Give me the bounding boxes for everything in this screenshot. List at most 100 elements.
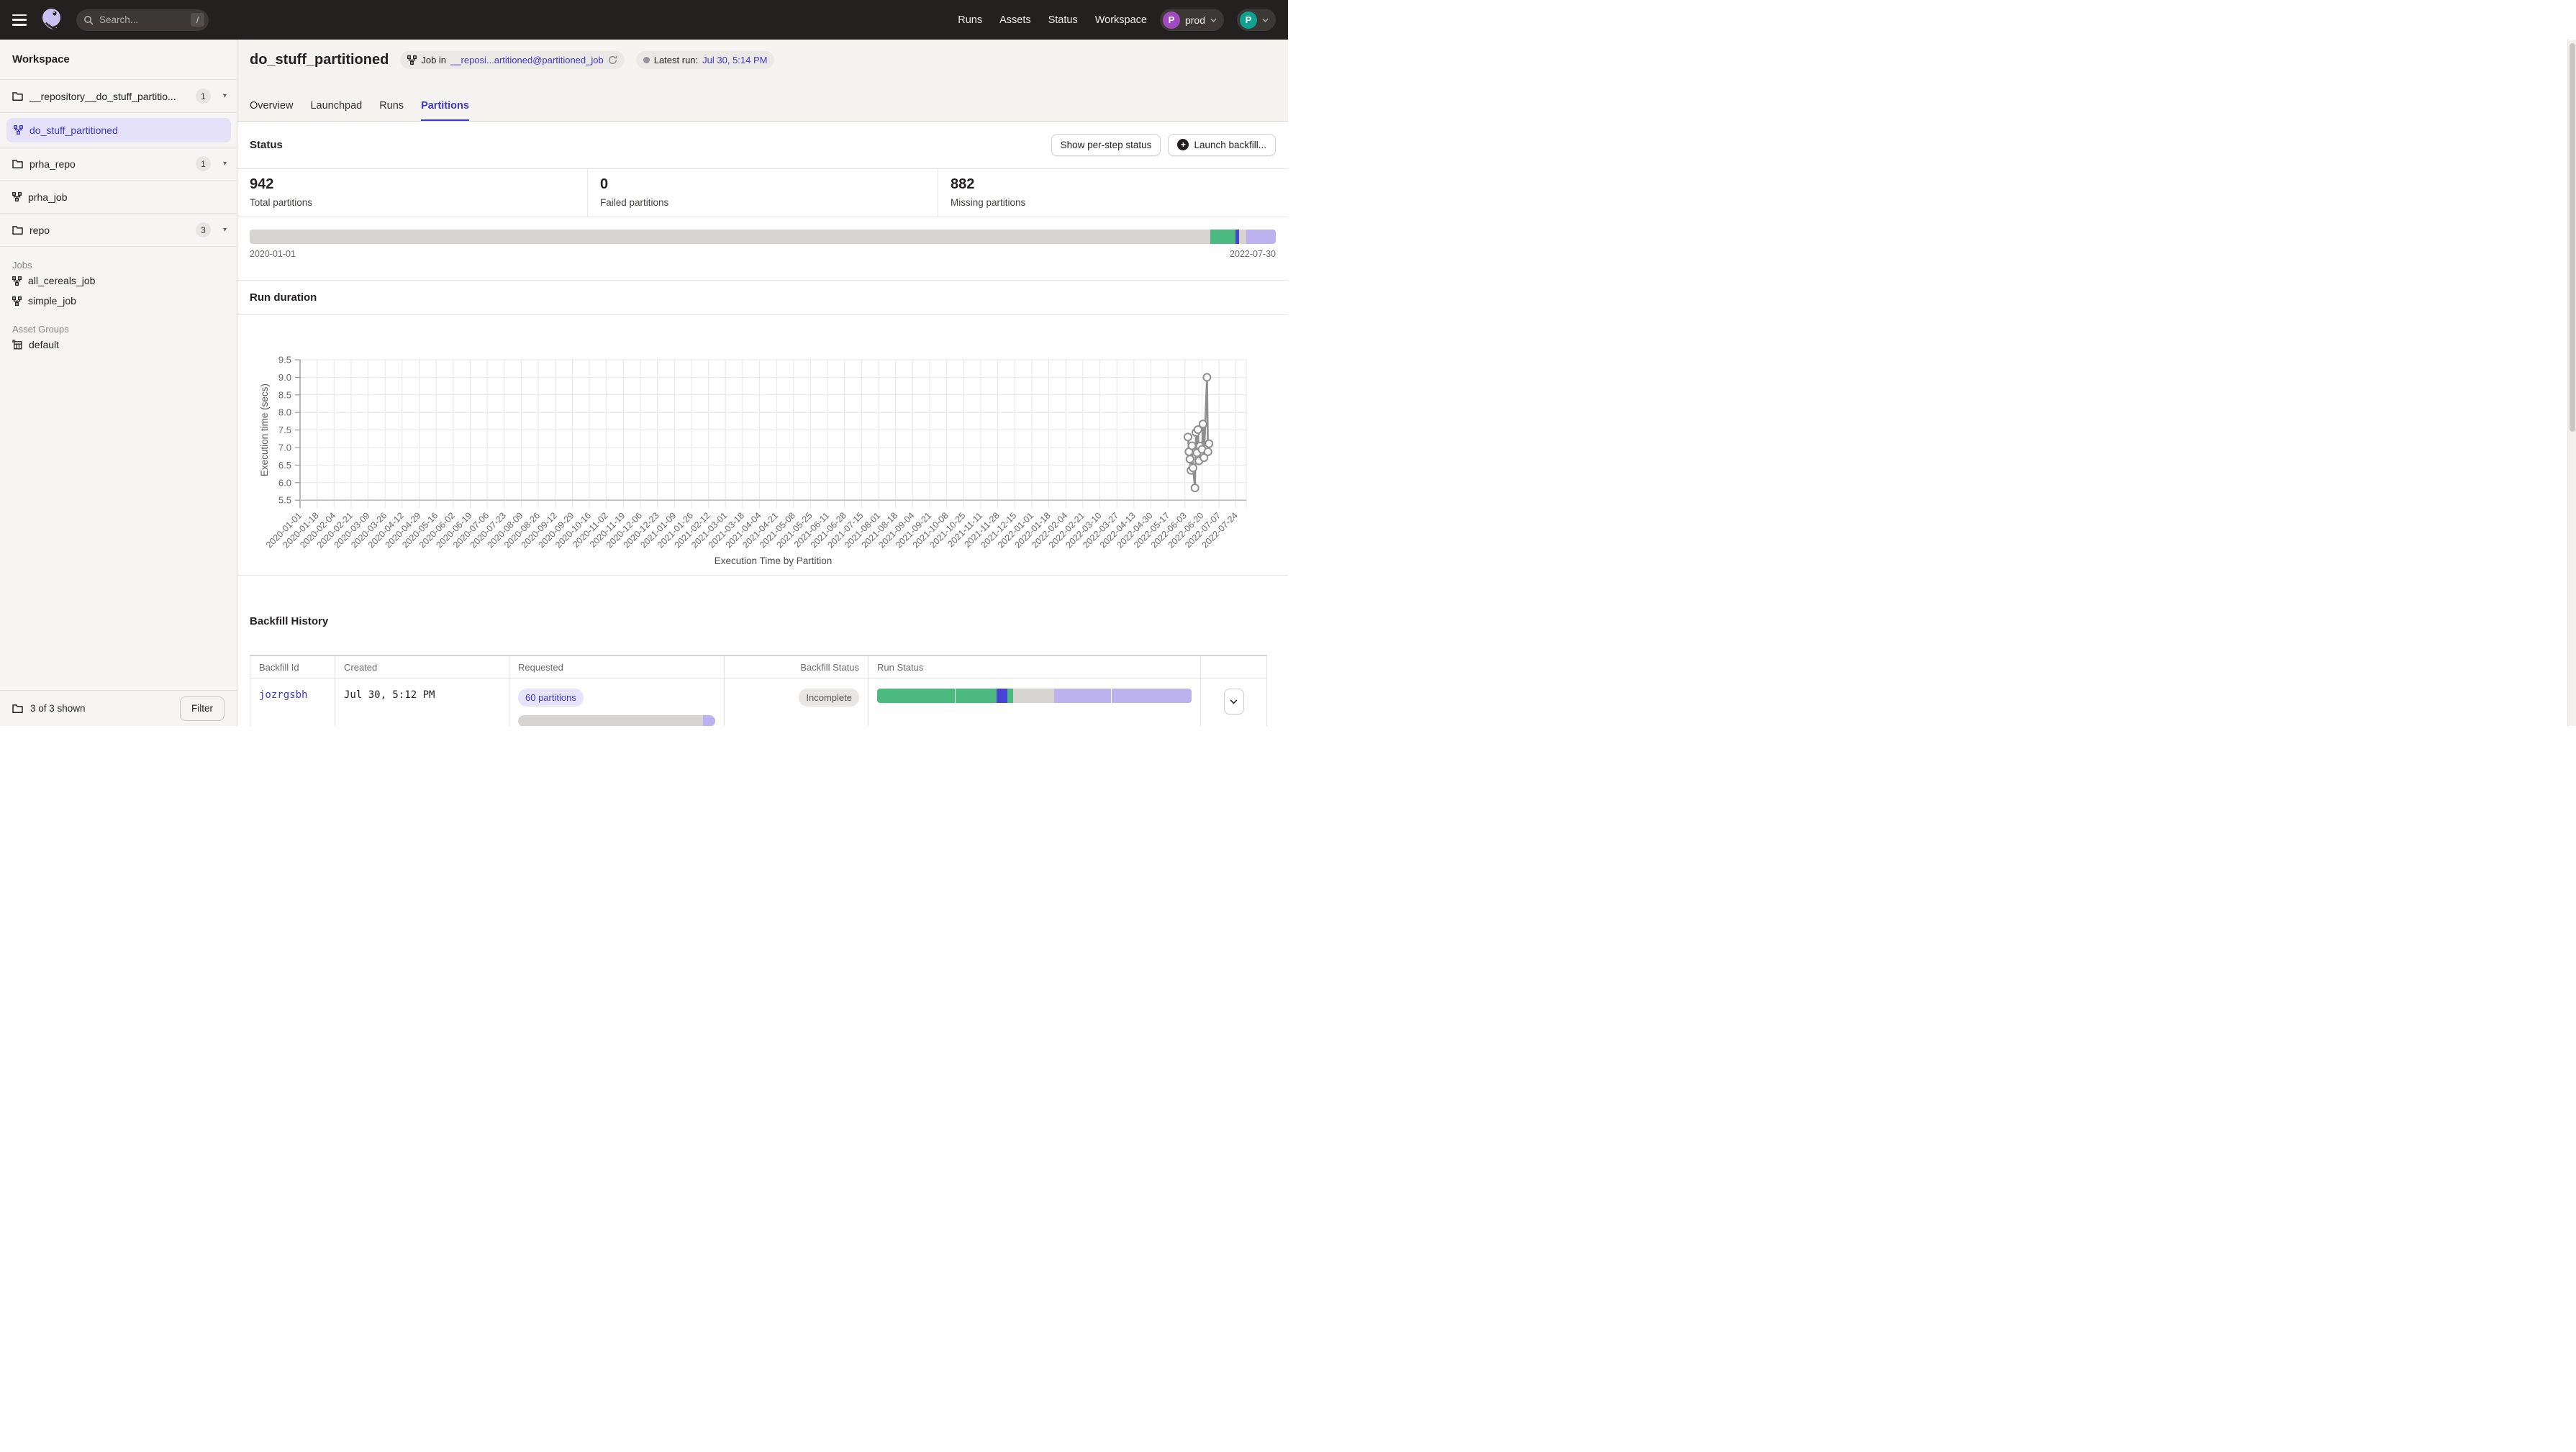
folder-icon <box>12 91 23 101</box>
svg-text:5.5: 5.5 <box>278 495 291 506</box>
partition-status-bar-block: 2020-01-01 2022-07-30 <box>237 218 1288 259</box>
stat-value: 0 <box>600 176 938 193</box>
sidebar-item-label: prha_job <box>28 191 227 203</box>
sidebar-item-__repository__do_stuff_partitio[interactable]: __repository__do_stuff_partitio...1▾ <box>0 80 237 113</box>
sidebar-item-wrap: do_stuff_partitioned <box>0 113 237 148</box>
sidebar-item-do_stuff_partitioned[interactable]: do_stuff_partitioned <box>6 118 231 142</box>
sidebar-item-prha_repo[interactable]: prha_repo1▾ <box>0 148 237 181</box>
dagster-logo-icon[interactable] <box>40 7 63 32</box>
job-icon <box>12 276 22 286</box>
requested-partitions-pill[interactable]: 60 partitions <box>518 689 584 707</box>
run-duration-chart: 9.59.08.58.07.57.06.56.05.52020-01-01202… <box>237 303 1288 578</box>
tab-partitions[interactable]: Partitions <box>421 100 469 121</box>
chevron-down-icon[interactable]: ▾ <box>223 226 227 234</box>
page-title: do_stuff_partitioned <box>250 52 389 68</box>
top-nav-workspace[interactable]: Workspace <box>1095 14 1147 26</box>
chevron-down-icon[interactable]: ▾ <box>223 92 227 100</box>
deployment-name: prod <box>1185 14 1205 26</box>
user-avatar: P <box>1240 12 1257 29</box>
top-nav-links: Runs Assets Status Workspace <box>958 14 1147 26</box>
folder-icon <box>12 159 23 168</box>
column-header-backfill-status: Backfill Status <box>725 656 869 678</box>
svg-text:Execution Time by Partition: Execution Time by Partition <box>715 555 833 566</box>
menu-icon[interactable] <box>12 14 27 26</box>
launch-backfill-button[interactable]: + Launch backfill... <box>1168 134 1276 156</box>
column-header-created: Created <box>335 656 509 678</box>
partition-status-bar[interactable] <box>250 230 1276 244</box>
chevron-down-icon <box>1210 18 1217 22</box>
user-menu[interactable]: P <box>1237 9 1276 31</box>
bar-segment-gray <box>518 715 703 726</box>
bar-segment-gray <box>1013 689 1054 703</box>
bar-segment-lavender <box>703 715 715 726</box>
column-header-requested: Requested <box>509 656 725 678</box>
refresh-icon[interactable] <box>608 55 617 65</box>
bar-segment-lavender <box>1246 230 1276 244</box>
search-box[interactable]: / <box>76 9 209 31</box>
sidebar-sections: Jobsall_cereals_jobsimple_jobAsset Group… <box>0 260 237 355</box>
svg-text:6.0: 6.0 <box>278 477 291 488</box>
job-icon <box>12 296 22 306</box>
search-shortcut-key: / <box>191 13 204 27</box>
partition-range-end: 2022-07-30 <box>1230 249 1276 259</box>
sidebar-item-prha_job[interactable]: prha_job <box>0 181 237 214</box>
stat-label: Failed partitions <box>600 197 938 208</box>
scrollbar-thumb[interactable] <box>2570 43 2575 432</box>
filter-button[interactable]: Filter <box>180 696 225 721</box>
sidebar-section-label: Asset Groups <box>0 324 237 335</box>
backfill-id-link[interactable]: jozrgsbh <box>259 689 307 701</box>
run-duration-card: Run duration 9.59.08.58.07.57.06.56.05.5… <box>237 280 1288 576</box>
bar-segment-lavender <box>1112 689 1192 703</box>
job-origin-tag: Job in __reposi...artitioned@partitioned… <box>400 51 624 69</box>
bar-segment-green <box>1007 689 1012 703</box>
column-header-run-status: Run Status <box>869 656 1201 678</box>
stat-missing-partitions: 882Missing partitions <box>938 169 1288 217</box>
search-input[interactable] <box>99 14 191 25</box>
folder-icon <box>12 704 23 713</box>
sidebar-entry-label: default <box>29 339 59 350</box>
sidebar-entry-default[interactable]: default <box>0 335 237 355</box>
run-status-dot <box>643 57 650 63</box>
tab-overview[interactable]: Overview <box>250 100 293 121</box>
svg-text:9.5: 9.5 <box>278 355 291 366</box>
partition-range-start: 2020-01-01 <box>250 249 296 259</box>
bar-segment-green <box>1210 230 1236 244</box>
show-per-step-status-button[interactable]: Show per-step status <box>1051 134 1161 156</box>
expand-row-button[interactable] <box>1224 689 1244 714</box>
latest-run-label: Latest run: <box>654 55 698 65</box>
svg-text:Execution time (secs): Execution time (secs) <box>259 384 270 476</box>
partition-stats: 942Total partitions 0 Failed partitions882… <box>237 168 1288 217</box>
sidebar-footer: 3 of 3 shown Filter <box>0 690 237 726</box>
tab-runs[interactable]: Runs <box>379 100 404 121</box>
top-navigation-bar: / Runs Assets Status Workspace P prod P <box>0 0 1288 40</box>
deployment-switcher[interactable]: P prod <box>1160 9 1224 31</box>
bar-segment-green <box>877 689 956 703</box>
stat-label: Missing partitions <box>951 197 1288 208</box>
svg-text:9.0: 9.0 <box>278 372 291 383</box>
chevron-down-icon[interactable]: ▾ <box>223 160 227 168</box>
chevron-down-icon <box>1230 699 1238 704</box>
tab-launchpad[interactable]: Launchpad <box>310 100 362 121</box>
job-icon <box>14 125 23 135</box>
page-header: do_stuff_partitioned Job in __reposi...a… <box>237 40 1288 122</box>
run-status-bar[interactable] <box>877 689 1192 703</box>
top-nav-assets[interactable]: Assets <box>999 14 1031 26</box>
column-header-backfill-id: Backfill Id <box>250 656 335 678</box>
top-nav-status[interactable]: Status <box>1048 14 1078 26</box>
latest-run-link[interactable]: Jul 30, 5:14 PM <box>702 55 767 65</box>
backfill-history-title: Backfill History <box>250 615 328 627</box>
sidebar-entry-all_cereals_job[interactable]: all_cereals_job <box>0 271 237 291</box>
sidebar-item-repo[interactable]: repo3▾ <box>0 214 237 247</box>
stat-failed-partitions: 0 Failed partitions <box>587 169 938 217</box>
bar-segment-gray <box>1239 230 1246 244</box>
backfill-status-badge: Incomplete <box>799 689 859 707</box>
stat-total-partitions: 942Total partitions <box>237 169 587 217</box>
top-nav-runs[interactable]: Runs <box>958 14 982 26</box>
main-content: do_stuff_partitioned Job in __reposi...a… <box>237 40 1288 726</box>
plus-icon: + <box>1177 139 1189 150</box>
tab-bar: Overview Launchpad Runs Partitions <box>250 100 469 121</box>
bar-segment-lavender <box>1054 689 1112 703</box>
sidebar-entry-simple_job[interactable]: simple_job <box>0 291 237 311</box>
vertical-scrollbar[interactable] <box>2567 40 2576 726</box>
job-origin-link[interactable]: __reposi...artitioned@partitioned_job <box>450 55 604 65</box>
